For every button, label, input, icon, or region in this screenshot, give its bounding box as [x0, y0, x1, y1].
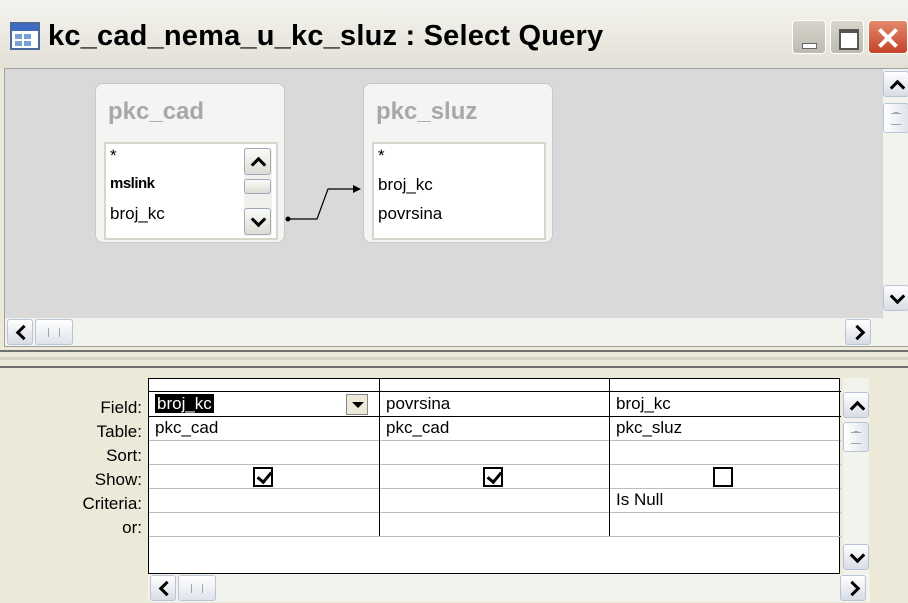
show-checkbox[interactable]	[253, 467, 273, 487]
scroll-right-icon[interactable]	[845, 319, 871, 345]
grid-cell-field[interactable]: povrsina	[380, 393, 609, 415]
scroll-down-icon[interactable]	[883, 285, 908, 311]
scroll-up-icon[interactable]	[883, 71, 908, 97]
grid-cell-field[interactable]: broj_kc	[149, 393, 379, 415]
scroll-thumb[interactable]	[178, 575, 216, 601]
design-horizontal-scrollbar[interactable]	[5, 318, 883, 346]
query-grid-pane[interactable]: Field: Table: Sort: Show: Criteria: or: …	[0, 368, 908, 603]
join-arrow-icon	[353, 185, 361, 193]
selected-field-text[interactable]: broj_kc	[155, 394, 214, 413]
minimize-button[interactable]	[792, 20, 826, 54]
scroll-left-icon[interactable]	[150, 575, 176, 601]
scroll-thumb[interactable]	[843, 422, 869, 452]
scroll-thumb[interactable]	[883, 103, 908, 133]
scroll-down-icon[interactable]	[843, 544, 869, 570]
close-button[interactable]	[868, 20, 908, 54]
grid-horizontal-scrollbar[interactable]	[148, 574, 870, 602]
join-line[interactable]	[5, 69, 883, 318]
window-title: kc_cad_nema_u_kc_sluz : Select Query	[48, 20, 604, 52]
row-label-criteria: Criteria:	[82, 494, 142, 513]
join-path	[288, 188, 353, 220]
chevron-down-icon[interactable]	[346, 394, 368, 415]
show-checkbox[interactable]	[483, 467, 503, 487]
grid-cell-field[interactable]: broj_kc	[610, 393, 839, 415]
query-icon[interactable]	[10, 22, 40, 50]
title-bar[interactable]: kc_cad_nema_u_kc_sluz : Select Query	[0, 0, 908, 68]
row-label-table: Table:	[96, 422, 142, 441]
show-checkbox[interactable]	[713, 467, 733, 487]
grid-cell-table[interactable]: pkc_sluz	[610, 417, 839, 439]
query-design-pane[interactable]: pkc_cad * mslink broj_kc pkc_sluz * broj…	[4, 68, 908, 347]
scroll-left-icon[interactable]	[7, 319, 33, 345]
row-label-or: or:	[122, 518, 142, 537]
scroll-right-icon[interactable]	[840, 575, 866, 601]
scroll-up-icon[interactable]	[843, 392, 869, 418]
design-vertical-scrollbar[interactable]	[883, 69, 908, 346]
design-grid[interactable]: broj_kc pkc_cad povrsina pkc_cad broj_kc…	[148, 378, 841, 574]
maximize-button[interactable]	[830, 20, 864, 54]
pane-splitter[interactable]	[0, 350, 908, 368]
scroll-thumb[interactable]	[35, 319, 73, 345]
grid-vertical-scrollbar[interactable]	[843, 378, 869, 574]
grid-cell-table[interactable]: pkc_cad	[380, 417, 609, 439]
row-label-sort: Sort:	[106, 446, 142, 465]
row-label-field: Field:	[100, 398, 142, 417]
grid-cell-criteria[interactable]: Is Null	[610, 489, 839, 511]
row-label-show: Show:	[94, 470, 142, 489]
grid-cell-table[interactable]: pkc_cad	[149, 417, 379, 439]
